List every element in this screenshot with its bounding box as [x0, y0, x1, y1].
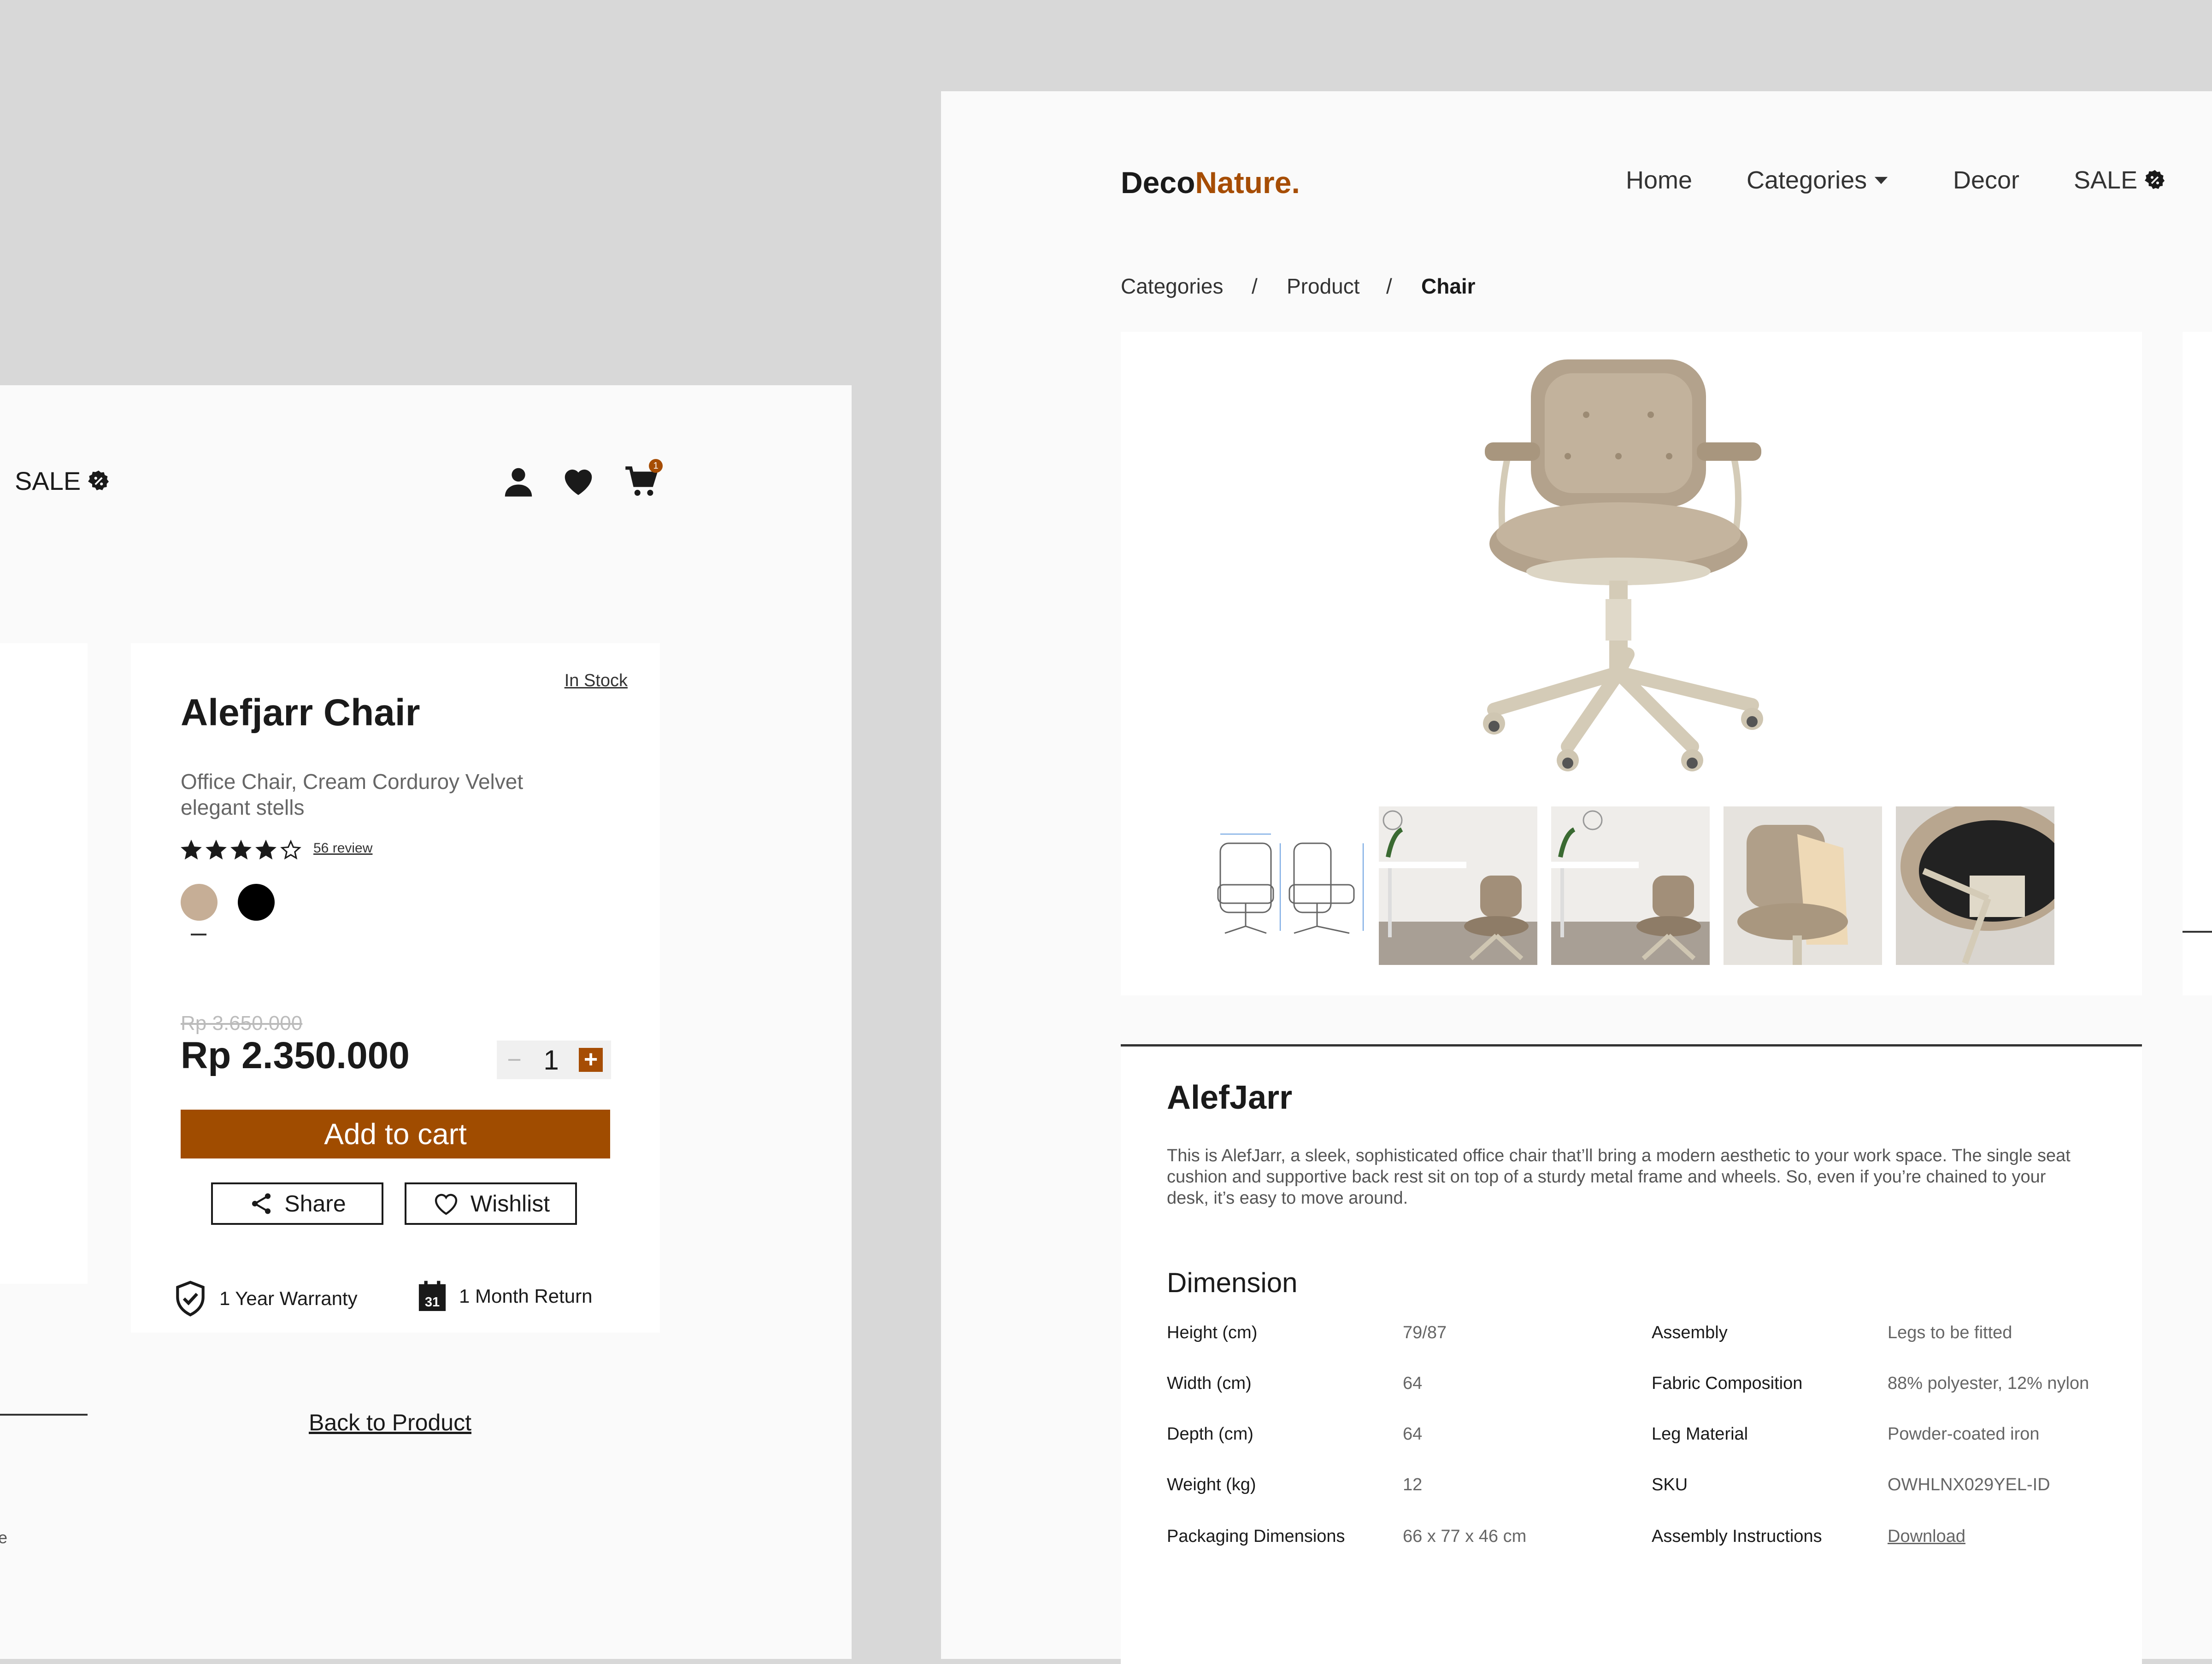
calendar-day: 31	[425, 1295, 440, 1310]
nav-categories-label: Categories	[1747, 166, 1867, 194]
spec-label: Height (cm)	[1167, 1323, 1258, 1342]
nav-sale-label: SALE	[2074, 166, 2138, 194]
cart-icon[interactable]: 1	[624, 459, 663, 500]
wishlist-heart-icon[interactable]	[560, 464, 596, 500]
return-label: 1 Month Return	[459, 1285, 593, 1307]
cart-count-badge: 1	[649, 459, 663, 473]
product-description-card: AlefJarr This is AlefJarr, a sleek, soph…	[1121, 1047, 2142, 1664]
heart-outline-icon	[432, 1189, 460, 1218]
nav-home[interactable]: Home	[1626, 166, 1692, 194]
calendar-icon: 31	[418, 1280, 447, 1312]
caret-down-icon	[1873, 175, 1889, 186]
star-filled-icon	[255, 840, 276, 860]
thumbnail-room-2[interactable]	[1551, 806, 1710, 965]
spec-value: 66 x 77 x 46 cm	[1403, 1527, 1527, 1546]
add-to-cart-button[interactable]: Add to cart	[181, 1110, 610, 1158]
account-icon[interactable]	[500, 464, 536, 500]
feature-strip: 1 Year Warranty 31 1 Month Return	[131, 1268, 660, 1333]
spec-label: Assembly	[1652, 1323, 1728, 1342]
spec-value: 79/87	[1403, 1323, 1447, 1342]
quantity-increase-button[interactable]: +	[579, 1047, 603, 1072]
spec-value: Powder-coated iron	[1888, 1424, 2040, 1444]
discount-badge-icon	[87, 470, 110, 493]
thumbnail-room-1[interactable]	[1379, 806, 1537, 965]
wishlist-button[interactable]: Wishlist	[405, 1182, 577, 1225]
product-title: Alefjarr Chair	[181, 692, 420, 734]
star-filled-icon	[206, 840, 227, 860]
color-swatch-black[interactable]	[238, 884, 275, 921]
product-description: This is AlefJarr, a sleek, sophisticated…	[1167, 1146, 2071, 1208]
stock-status: In Stock	[564, 671, 628, 690]
star-rating	[181, 840, 301, 861]
spec-label: Depth (cm)	[1167, 1424, 1253, 1444]
quantity-decrease-button[interactable]: −	[505, 1046, 524, 1074]
previous-card-stub	[0, 643, 88, 1284]
spec-value: 12	[1403, 1475, 1423, 1494]
logo-part-deco: Deco	[1121, 165, 1195, 200]
breadcrumb-categories[interactable]: Categories	[1121, 274, 1223, 299]
product-subtitle: Office Chair, Cream Corduroy Velvet eleg…	[181, 770, 524, 819]
download-instructions-link[interactable]: Download	[1888, 1527, 1965, 1546]
breadcrumb-separator: /	[1252, 274, 1258, 298]
breadcrumb-separator: /	[1386, 274, 1392, 298]
spec-value: Legs to be fitted	[1888, 1323, 2012, 1342]
review-link[interactable]: 56 review	[313, 841, 372, 856]
product-gallery	[1121, 332, 2142, 995]
color-swatch-cream[interactable]	[181, 884, 218, 921]
thumbnail-underside[interactable]	[1896, 806, 2054, 965]
next-gallery-stub	[2183, 332, 2212, 995]
spec-label: SKU	[1652, 1475, 1688, 1494]
share-label: Share	[284, 1191, 346, 1217]
thumbnail-back-view[interactable]	[1724, 806, 1882, 965]
spec-label: Leg Material	[1652, 1424, 1748, 1444]
brand-logo[interactable]: DecoNature.	[1121, 165, 1300, 200]
star-empty-icon	[280, 840, 301, 860]
selected-color-indicator	[191, 934, 206, 935]
quantity-stepper: − 1 +	[497, 1041, 611, 1079]
breadcrumb-current: Chair	[1421, 274, 1476, 298]
right-product-page: DecoNature. Home Categories Decor SALE C…	[941, 91, 2212, 1664]
old-price: Rp 3.650.000	[181, 1012, 303, 1035]
dimension-heading: Dimension	[1167, 1267, 1298, 1298]
spec-label: Weight (kg)	[1167, 1475, 1256, 1494]
shield-check-icon	[173, 1280, 207, 1317]
discount-badge-icon	[2144, 169, 2166, 191]
nav-decor[interactable]: Decor	[1953, 166, 2019, 194]
thumbnail-dimensions[interactable]	[1211, 806, 1370, 965]
left-product-page: SALE 1 e In Stock Alefjarr Chair Office …	[0, 385, 852, 1659]
spec-value: 64	[1403, 1374, 1423, 1393]
return-feature: 31 1 Month Return	[418, 1280, 593, 1312]
spec-label: Packaging Dimensions	[1167, 1527, 1345, 1546]
share-icon	[248, 1191, 274, 1217]
nav-sale[interactable]: SALE	[2074, 166, 2166, 194]
main-product-image	[1476, 350, 1771, 774]
divider	[2183, 931, 2212, 933]
wishlist-label: Wishlist	[470, 1191, 550, 1217]
warranty-feature: 1 Year Warranty	[173, 1280, 358, 1317]
star-filled-icon	[230, 840, 252, 860]
nav-sale[interactable]: SALE	[15, 466, 110, 496]
back-to-product-link[interactable]: Back to Product	[309, 1409, 471, 1436]
spec-value: 88% polyester, 12% nylon	[1888, 1374, 2089, 1393]
star-filled-icon	[181, 840, 202, 860]
current-price: Rp 2.350.000	[181, 1035, 410, 1076]
product-name: AlefJarr	[1167, 1079, 1293, 1116]
spec-label: Fabric Composition	[1652, 1374, 1803, 1393]
spec-value: OWHLNX029YEL-ID	[1888, 1475, 2050, 1494]
spec-value: 64	[1403, 1424, 1423, 1444]
spec-label: Assembly Instructions	[1652, 1527, 1822, 1546]
stub-text: e	[0, 1528, 8, 1547]
product-detail-card: In Stock Alefjarr Chair Office Chair, Cr…	[131, 643, 660, 1284]
share-button[interactable]: Share	[211, 1182, 383, 1225]
spec-label: Width (cm)	[1167, 1374, 1252, 1393]
logo-part-nature: Nature.	[1195, 165, 1300, 200]
divider	[0, 1414, 88, 1416]
breadcrumb-product[interactable]: Product	[1287, 274, 1360, 299]
quantity-value[interactable]: 1	[543, 1044, 559, 1076]
nav-sale-label: SALE	[15, 466, 81, 495]
nav-categories[interactable]: Categories	[1747, 166, 1889, 194]
warranty-label: 1 Year Warranty	[219, 1288, 358, 1309]
